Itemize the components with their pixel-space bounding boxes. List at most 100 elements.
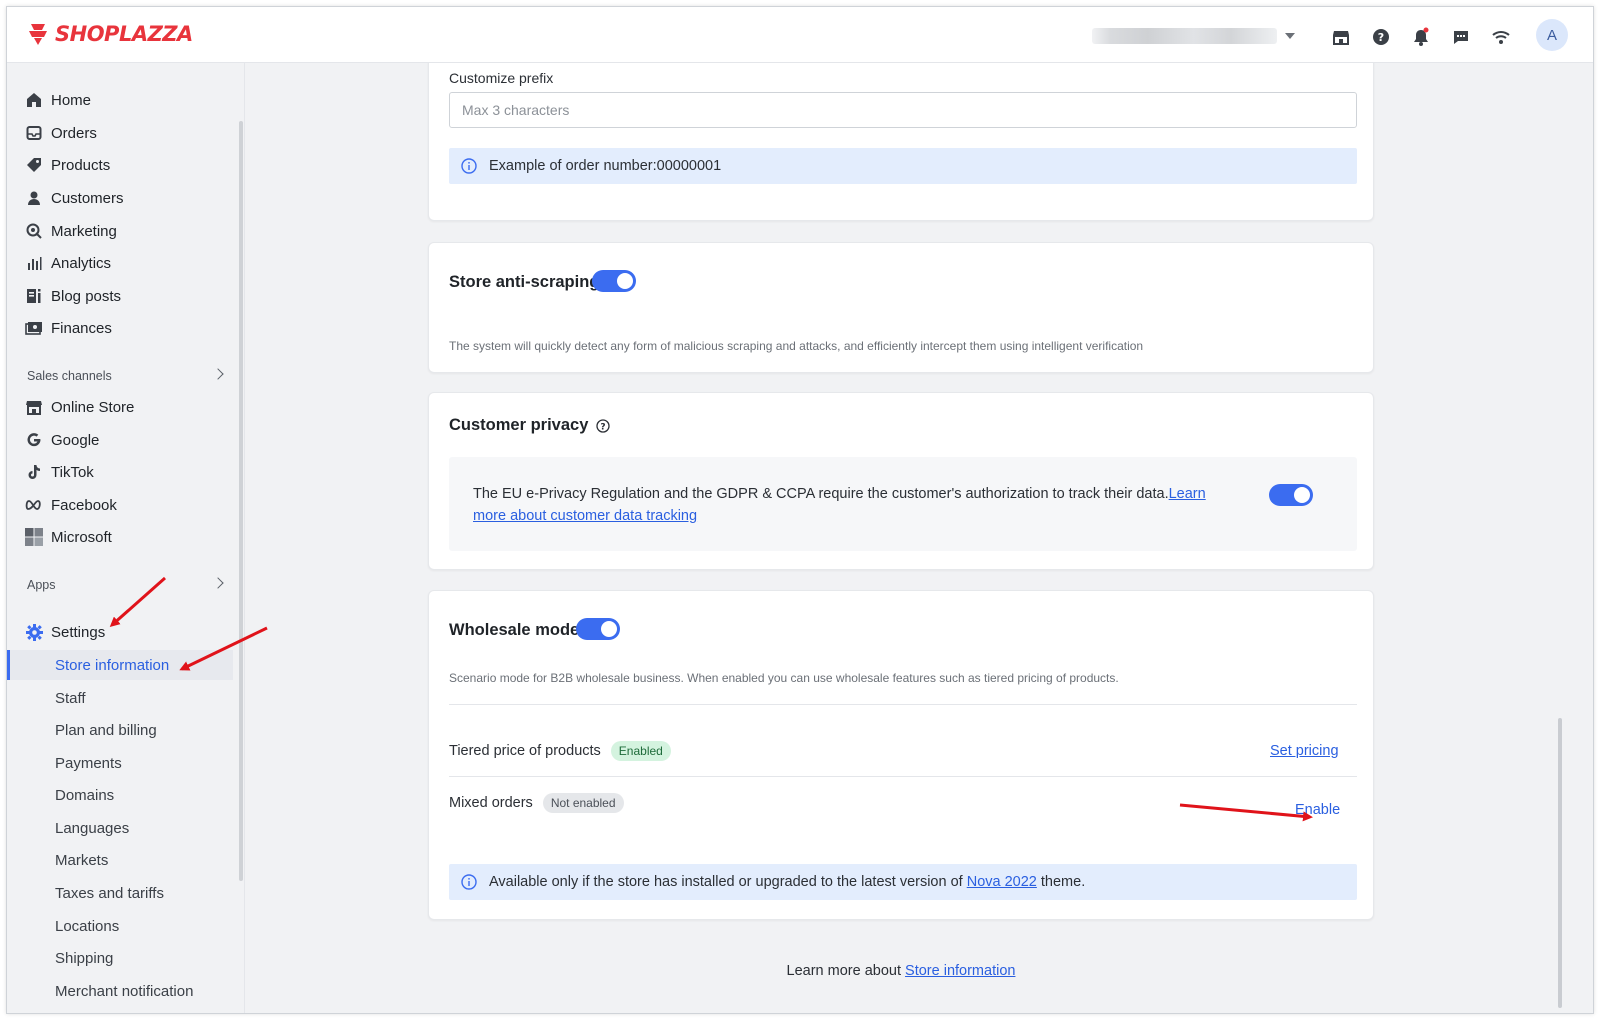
- order-number-example-text: Example of order number:00000001: [489, 158, 722, 174]
- avatar[interactable]: A: [1536, 19, 1568, 51]
- settings-item-taxes-and-tariffs[interactable]: Taxes and tariffs: [7, 878, 233, 908]
- customer-privacy-card: Customer privacy ? The EU e-Privacy Regu…: [428, 392, 1374, 570]
- store-information-link[interactable]: Store information: [905, 963, 1015, 979]
- sidebar-item-label: TikTok: [51, 463, 94, 481]
- finance-icon: [25, 319, 43, 337]
- learn-more-prefix: Learn more about: [786, 963, 901, 979]
- sidebar-item-orders[interactable]: Orders: [7, 118, 237, 148]
- settings-item-markets[interactable]: Markets: [7, 845, 233, 875]
- nova-2022-link[interactable]: Nova 2022: [967, 874, 1037, 890]
- nova-theme-notice: Available only if the store has installe…: [449, 864, 1357, 900]
- divider: [449, 704, 1357, 705]
- bell-icon[interactable]: [1409, 25, 1433, 49]
- sidebar-item-analytics[interactable]: Analytics: [7, 248, 237, 278]
- wholesale-mode-card: Wholesale mode Scenario mode for B2B who…: [428, 590, 1374, 920]
- chevron-right-icon[interactable]: [212, 368, 224, 380]
- settings-item-label: Staff: [55, 689, 86, 707]
- sidebar-item-tiktok[interactable]: TikTok: [7, 457, 237, 487]
- main-scrollbar[interactable]: [1558, 718, 1562, 1008]
- settings-item-label: Languages: [55, 819, 130, 837]
- sidebar-item-customers[interactable]: Customers: [7, 183, 237, 213]
- settings-item-shipping[interactable]: Shipping: [7, 943, 233, 973]
- set-pricing-link[interactable]: Set pricing: [1270, 743, 1339, 759]
- settings-item-payments[interactable]: Payments: [7, 748, 233, 778]
- settings-item-label: Markets: [55, 851, 109, 869]
- chevron-right-icon[interactable]: [212, 577, 224, 589]
- sidebar-item-label: Products: [51, 156, 111, 174]
- sidebar-item-facebook[interactable]: Facebook: [7, 490, 237, 520]
- help-circle-icon[interactable]: ?: [596, 418, 611, 433]
- wifi-icon[interactable]: [1489, 25, 1513, 49]
- settings-item-languages[interactable]: Languages: [7, 813, 233, 843]
- sidebar-item-label: Customers: [51, 189, 124, 207]
- sidebar-item-label: Online Store: [51, 398, 135, 416]
- sales-channels-heading: Sales channels: [27, 369, 112, 383]
- bar-chart-icon: [25, 254, 43, 272]
- settings-item-domains[interactable]: Domains: [7, 780, 233, 810]
- settings-item-label: Payments: [55, 754, 122, 772]
- store-name-redacted: [1092, 28, 1277, 44]
- settings-item-staff[interactable]: Staff: [7, 683, 233, 713]
- sidebar-item-label: Microsoft: [51, 528, 112, 546]
- order-number-example: Example of order number:00000001: [449, 148, 1357, 184]
- meta-icon: [25, 496, 43, 514]
- sidebar-item-settings[interactable]: Settings: [7, 617, 237, 647]
- sidebar-item-label: Home: [51, 91, 92, 109]
- sidebar-item-home[interactable]: Home: [7, 85, 237, 115]
- settings-item-label: Plan and billing: [55, 721, 157, 739]
- learn-more-footer: Learn more about Store information: [246, 963, 1556, 979]
- sidebar-item-label: Settings: [51, 623, 106, 641]
- top-bar: SHOPLAZZA ? A: [7, 7, 1593, 63]
- app-window: SHOPLAZZA ? A Home Orders Products Custo…: [6, 6, 1594, 1014]
- settings-item-locations[interactable]: Locations: [7, 911, 233, 941]
- customer-privacy-toggle[interactable]: [1269, 484, 1313, 506]
- anti-scraping-toggle[interactable]: [592, 270, 636, 292]
- enable-mixed-orders-button[interactable]: Enable: [1295, 802, 1340, 818]
- settings-item-store-information[interactable]: Store information: [7, 650, 233, 680]
- chevron-down-icon: [1285, 33, 1295, 39]
- settings-item-plan-and-billing[interactable]: Plan and billing: [7, 715, 233, 745]
- settings-item-label: Store information: [55, 656, 170, 674]
- sidebar-scrollbar[interactable]: [239, 121, 243, 881]
- sidebar: Home Orders Products Customers Marketing…: [7, 63, 245, 1013]
- status-badge-enabled: Enabled: [610, 741, 671, 761]
- customer-privacy-heading: Customer privacy ?: [449, 416, 611, 435]
- wholesale-mode-description: Scenario mode for B2B wholesale business…: [449, 671, 1119, 685]
- divider: [449, 776, 1357, 777]
- home-icon: [25, 91, 43, 109]
- status-badge-not-enabled: Not enabled: [542, 793, 624, 813]
- google-icon: [25, 431, 43, 449]
- store-icon: [25, 398, 43, 416]
- tiered-price-row: Tiered price of products Enabled: [449, 741, 671, 761]
- help-icon[interactable]: ?: [1369, 25, 1393, 49]
- mixed-orders-label: Mixed orders: [449, 795, 533, 811]
- blog-icon: [25, 287, 43, 305]
- person-icon: [25, 189, 43, 207]
- settings-item-merchant-notification[interactable]: Merchant notification: [7, 976, 233, 1006]
- sidebar-item-marketing[interactable]: Marketing: [7, 216, 237, 246]
- anti-scraping-title: Store anti-scraping: [449, 273, 600, 291]
- sidebar-item-online-store[interactable]: Online Store: [7, 392, 237, 422]
- sidebar-item-microsoft[interactable]: Microsoft: [7, 522, 237, 552]
- sidebar-item-products[interactable]: Products: [7, 150, 237, 180]
- sidebar-item-blog-posts[interactable]: Blog posts: [7, 281, 237, 311]
- sidebar-item-google[interactable]: Google: [7, 425, 237, 455]
- svg-text:?: ?: [1378, 31, 1384, 44]
- wholesale-mode-toggle[interactable]: [576, 618, 620, 640]
- settings-item-label: Domains: [55, 786, 115, 804]
- marketing-icon: [25, 222, 43, 240]
- chat-icon[interactable]: [1449, 25, 1473, 49]
- customize-prefix-input[interactable]: [449, 92, 1357, 128]
- store-icon[interactable]: [1329, 25, 1353, 49]
- apps-heading: Apps: [27, 578, 56, 592]
- gear-icon: [25, 623, 43, 641]
- microsoft-icon: [25, 528, 43, 546]
- svg-text:?: ?: [601, 422, 606, 432]
- tag-icon: [25, 156, 43, 174]
- shoplazza-logo[interactable]: SHOPLAZZA: [25, 21, 193, 47]
- store-selector[interactable]: [1092, 27, 1302, 45]
- sidebar-item-label: Facebook: [51, 496, 117, 514]
- nova-notice-prefix: Available only if the store has installe…: [489, 874, 963, 890]
- info-icon: [461, 874, 477, 890]
- sidebar-item-finances[interactable]: Finances: [7, 313, 237, 343]
